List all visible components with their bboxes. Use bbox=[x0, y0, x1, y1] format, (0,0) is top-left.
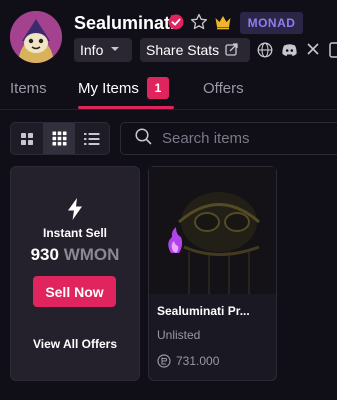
instant-sell-amount: 930 WMON bbox=[10, 245, 140, 265]
tab-my-items-count: 1 bbox=[147, 77, 169, 99]
more-icon[interactable] bbox=[329, 42, 337, 58]
tab-divider bbox=[0, 109, 337, 110]
view-all-offers-link[interactable]: View All Offers bbox=[10, 337, 140, 351]
chevron-down-icon bbox=[109, 42, 121, 58]
tab-my-items[interactable]: My Items bbox=[78, 80, 139, 98]
sell-now-button[interactable]: Sell Now bbox=[33, 276, 116, 307]
small-grid-icon[interactable] bbox=[43, 123, 75, 154]
search-icon bbox=[135, 127, 152, 150]
verified-icon bbox=[168, 14, 184, 30]
info-label: Info bbox=[80, 42, 104, 58]
share-stats-label: Share Stats bbox=[146, 42, 220, 58]
discord-icon[interactable] bbox=[281, 42, 297, 58]
nft-price: 731.000 bbox=[176, 354, 220, 368]
search-input[interactable] bbox=[160, 129, 334, 148]
crown-icon bbox=[214, 14, 232, 30]
info-dropdown[interactable]: Info bbox=[74, 38, 132, 62]
star-icon[interactable] bbox=[190, 13, 208, 31]
instant-sell-title: Instant Sell bbox=[42, 226, 107, 240]
tab-items[interactable]: Items bbox=[10, 80, 47, 98]
x-icon[interactable] bbox=[306, 42, 322, 58]
large-grid-icon[interactable] bbox=[11, 123, 43, 154]
profile-username: Sealuminati bbox=[74, 13, 176, 33]
nft-name[interactable]: Sealuminati Pr... bbox=[157, 304, 272, 318]
share-stats-button[interactable]: Share Stats bbox=[140, 38, 250, 62]
nft-image[interactable] bbox=[149, 167, 276, 294]
tab-offers[interactable]: Offers bbox=[203, 80, 244, 98]
share-icon bbox=[225, 42, 239, 59]
network-badge: MONAD bbox=[240, 12, 303, 34]
globe-icon[interactable] bbox=[257, 42, 273, 58]
lightning-icon bbox=[66, 197, 84, 221]
list-view-icon[interactable] bbox=[76, 123, 108, 154]
instant-sell-unit: WMON bbox=[63, 245, 120, 264]
nft-status: Unlisted bbox=[157, 328, 201, 342]
search-box[interactable] bbox=[120, 122, 337, 155]
instant-sell-value: 930 bbox=[30, 245, 59, 264]
avatar[interactable] bbox=[10, 11, 62, 63]
monad-token-icon bbox=[157, 354, 171, 368]
